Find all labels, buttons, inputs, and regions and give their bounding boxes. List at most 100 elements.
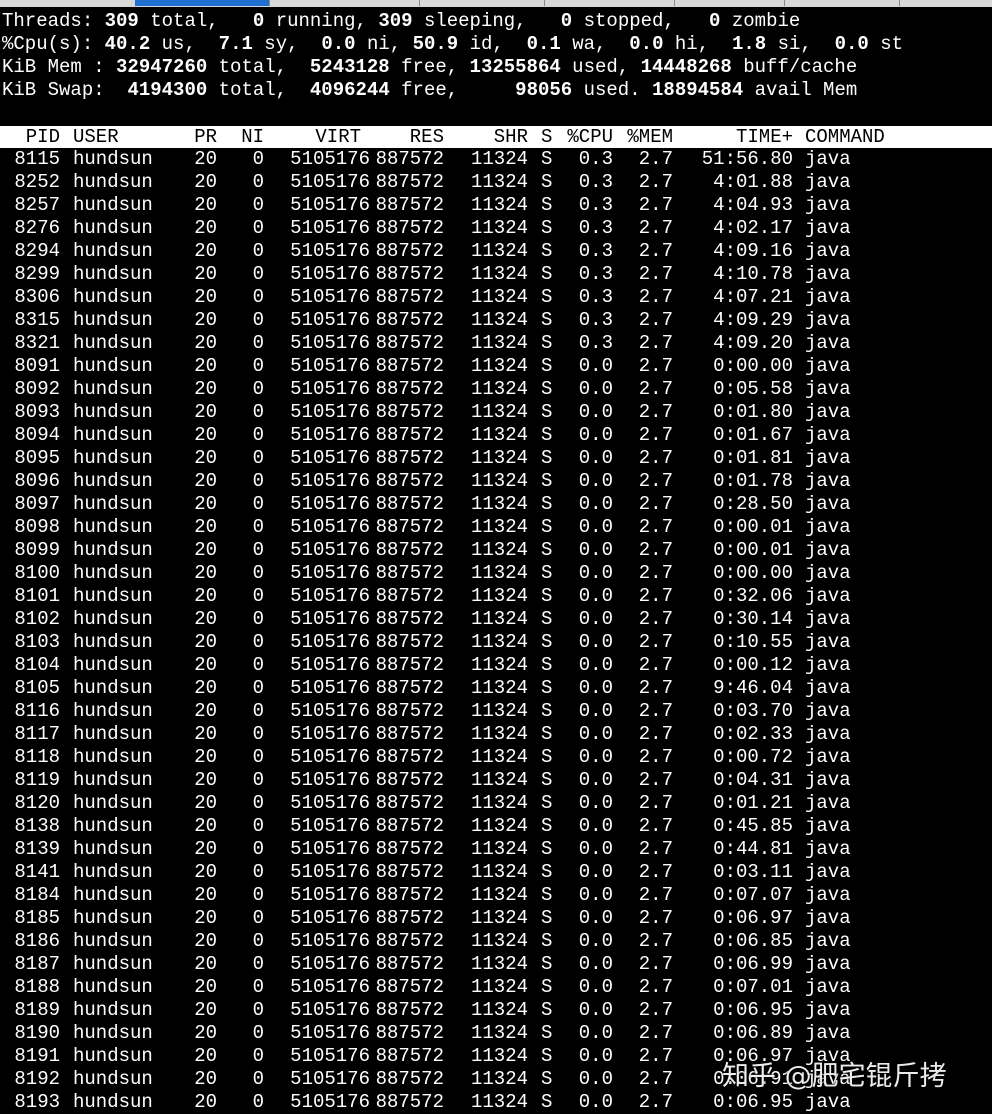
swap-used: 98056 <box>515 79 573 101</box>
cell-s: S <box>541 148 553 170</box>
cell-command: java <box>805 562 851 584</box>
session-tab[interactable] <box>545 0 675 6</box>
cell-time: 0:32.06 <box>713 585 793 607</box>
cell-ni: 0 <box>252 447 264 469</box>
process-row: 8091 hundsun 20 0 5105176 887572 11324 S 0.0 2.7 0… <box>0 355 992 378</box>
cell-shr: 11324 <box>470 1022 528 1044</box>
cell-virt: 5105176 <box>290 516 370 538</box>
cell-pid: 8098 <box>14 516 60 538</box>
cell-pid: 8189 <box>14 999 60 1021</box>
cell-shr: 11324 <box>470 976 528 998</box>
cell-cpu: 0.3 <box>578 263 613 285</box>
cell-user: hundsun <box>73 263 153 285</box>
process-row: 8315 hundsun 20 0 5105176 887572 11324 S 0.3 2.7 4… <box>0 309 992 332</box>
cell-command: java <box>805 424 851 446</box>
cell-command: java <box>805 585 851 607</box>
session-tab[interactable] <box>270 0 420 6</box>
threads-total: 309 <box>104 10 139 32</box>
cell-pid: 8191 <box>14 1045 60 1067</box>
cell-user: hundsun <box>73 838 153 860</box>
cell-res: 887572 <box>375 1068 444 1090</box>
cell-mem: 2.7 <box>638 194 673 216</box>
cell-pid: 8116 <box>14 700 60 722</box>
cell-command: java <box>805 654 851 676</box>
cell-virt: 5105176 <box>290 447 370 469</box>
cell-time: 0:10.55 <box>713 631 793 653</box>
cell-virt: 5105176 <box>290 884 370 906</box>
cell-pid: 8257 <box>14 194 60 216</box>
cell-command: java <box>805 493 851 515</box>
cell-time: 0:07.01 <box>713 976 793 998</box>
process-row: 8097 hundsun 20 0 5105176 887572 11324 S 0.0 2.7 0… <box>0 493 992 516</box>
cell-user: hundsun <box>73 493 153 515</box>
cell-cpu: 0.3 <box>578 240 613 262</box>
cell-command: java <box>805 171 851 193</box>
cell-ni: 0 <box>252 378 264 400</box>
swap-label: KiB Swap: <box>2 79 105 101</box>
cpu-hi: 0.0 <box>629 33 664 55</box>
cell-cpu: 0.0 <box>578 769 613 791</box>
process-row: 8092 hundsun 20 0 5105176 887572 11324 S 0.0 2.7 0… <box>0 378 992 401</box>
process-row: 8096 hundsun 20 0 5105176 887572 11324 S 0.0 2.7 0… <box>0 470 992 493</box>
cell-s: S <box>541 424 553 446</box>
process-row: 8105 hundsun 20 0 5105176 887572 11324 S 0.0 2.7 9… <box>0 677 992 700</box>
cell-virt: 5105176 <box>290 171 370 193</box>
cell-mem: 2.7 <box>638 861 673 883</box>
column-header-pr: PR <box>194 126 217 148</box>
cell-cpu: 0.0 <box>578 1091 613 1113</box>
cell-s: S <box>541 815 553 837</box>
cell-res: 887572 <box>375 723 444 745</box>
cell-mem: 2.7 <box>638 562 673 584</box>
cell-command: java <box>805 332 851 354</box>
cell-time: 0:28.50 <box>713 493 793 515</box>
threads-stopped-label: stopped, <box>583 10 675 32</box>
cell-res: 887572 <box>375 493 444 515</box>
cell-pid: 8096 <box>14 470 60 492</box>
process-row: 8193 hundsun 20 0 5105176 887572 11324 S 0.0 2.7 0… <box>0 1091 992 1114</box>
cell-time: 0:05.58 <box>713 378 793 400</box>
cell-ni: 0 <box>252 976 264 998</box>
cell-command: java <box>805 148 851 170</box>
cell-time: 9:46.04 <box>713 677 793 699</box>
threads-label: Threads: <box>2 10 94 32</box>
cell-ni: 0 <box>252 171 264 193</box>
cell-cpu: 0.0 <box>578 539 613 561</box>
cell-res: 887572 <box>375 171 444 193</box>
session-tab[interactable] <box>675 0 785 6</box>
swap-avail-label: avail Mem <box>754 79 858 101</box>
cell-ni: 0 <box>252 999 264 1021</box>
cell-pid: 8138 <box>14 815 60 837</box>
cell-ni: 0 <box>252 355 264 377</box>
cell-cpu: 0.0 <box>578 999 613 1021</box>
cell-res: 887572 <box>375 1045 444 1067</box>
session-tab-active[interactable] <box>135 0 270 6</box>
cell-mem: 2.7 <box>638 263 673 285</box>
cell-shr: 11324 <box>470 723 528 745</box>
cell-res: 887572 <box>375 838 444 860</box>
process-row: 8252 hundsun 20 0 5105176 887572 11324 S 0.3 2.7 4… <box>0 171 992 194</box>
cell-cpu: 0.0 <box>578 447 613 469</box>
cpu-st-label: st <box>880 33 904 55</box>
session-tab[interactable] <box>785 0 900 6</box>
cell-s: S <box>541 838 553 860</box>
cell-shr: 11324 <box>470 907 528 929</box>
cell-pid: 8103 <box>14 631 60 653</box>
cell-pr: 20 <box>194 746 217 768</box>
cell-s: S <box>541 493 553 515</box>
process-table-header: PID USER PR NI VIRT RES SHR S %CPU %MEM TIME+ COMMA… <box>0 126 992 148</box>
cell-ni: 0 <box>252 263 264 285</box>
mem-label: KiB Mem : <box>2 56 105 78</box>
cell-user: hundsun <box>73 884 153 906</box>
session-tab[interactable] <box>420 0 545 6</box>
cell-command: java <box>805 286 851 308</box>
cell-time: 0:00.01 <box>713 539 793 561</box>
cell-mem: 2.7 <box>638 769 673 791</box>
cell-pr: 20 <box>194 148 217 170</box>
cell-user: hundsun <box>73 723 153 745</box>
cell-time: 4:10.78 <box>713 263 793 285</box>
cell-pr: 20 <box>194 1022 217 1044</box>
cell-ni: 0 <box>252 769 264 791</box>
process-row: 8257 hundsun 20 0 5105176 887572 11324 S 0.3 2.7 4… <box>0 194 992 217</box>
cell-user: hundsun <box>73 1091 153 1113</box>
cell-ni: 0 <box>252 309 264 331</box>
